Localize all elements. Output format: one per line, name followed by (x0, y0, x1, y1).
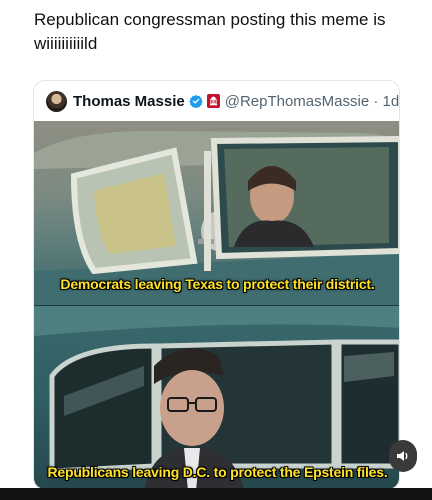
meme-panel-top: Democrats leaving Texas to protect their… (34, 121, 399, 306)
affiliation-icon (206, 94, 220, 108)
meme-caption-top: Democrats leaving Texas to protect their… (60, 276, 375, 292)
audio-toggle-button[interactable] (389, 440, 417, 472)
post-text: Republican congressman posting this meme… (34, 10, 386, 53)
author-name[interactable]: Thomas Massie (73, 93, 185, 110)
quoted-post-header: Thomas Massie @RepThomasMassie · 1d (34, 81, 399, 121)
author-handle-timestamp[interactable]: @RepThomasMassie · 1d (225, 93, 399, 110)
avatar[interactable] (46, 90, 67, 112)
meme-image[interactable]: Democrats leaving Texas to protect their… (34, 121, 399, 489)
meme-caption-bottom: Republicans leaving D.C. to protect the … (47, 464, 388, 480)
meme-bottom-illustration (34, 306, 399, 489)
verified-badge-icon (188, 94, 203, 108)
bottom-bar (0, 488, 432, 500)
meme-panel-bottom: Republicans leaving D.C. to protect the … (34, 306, 399, 489)
speaker-icon (397, 451, 408, 461)
quoted-post-card[interactable]: Thomas Massie @RepThomasMassie · 1d Demo… (33, 80, 400, 490)
